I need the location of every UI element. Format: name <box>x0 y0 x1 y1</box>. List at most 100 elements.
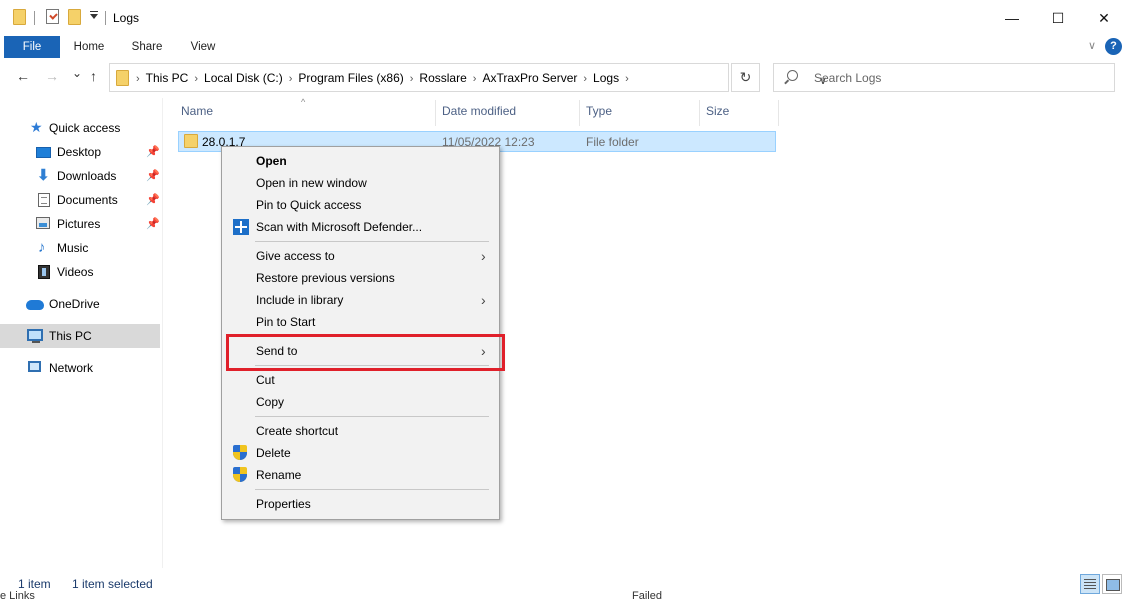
menu-separator <box>255 489 489 490</box>
menu-item-cut[interactable]: Cut <box>224 369 497 391</box>
column-separator[interactable] <box>435 100 436 126</box>
pin-icon[interactable]: 📌 <box>146 212 160 236</box>
column-separator[interactable] <box>778 100 779 126</box>
tab-home[interactable]: Home <box>66 36 112 58</box>
menu-item-label: Scan with Microsoft Defender... <box>256 220 423 234</box>
up-arrow-icon[interactable]: ↑ <box>90 68 97 84</box>
menu-item-pin-start[interactable]: Pin to Start <box>224 311 497 333</box>
expand-ribbon-icon[interactable]: ∨ <box>1088 39 1096 52</box>
menu-item-give-access[interactable]: Give access to › <box>224 245 497 267</box>
chevron-right-icon[interactable]: › <box>410 73 414 85</box>
folder-icon[interactable] <box>13 9 26 25</box>
chevron-right-icon: › <box>481 292 486 308</box>
menu-item-scan-defender[interactable]: Scan with Microsoft Defender... <box>224 216 497 238</box>
menu-item-copy[interactable]: Copy <box>224 391 497 413</box>
customize-qat-icon[interactable] <box>90 11 98 19</box>
video-film-icon <box>38 265 50 279</box>
breadcrumb-logs[interactable]: Logs <box>593 71 619 85</box>
sidebar-item-documents[interactable]: Documents 📌 <box>0 188 160 212</box>
tab-view[interactable]: View <box>180 36 226 58</box>
properties-icon[interactable] <box>46 9 59 24</box>
pane-divider[interactable] <box>162 98 163 568</box>
sidebar-item-label: Quick access <box>49 121 121 135</box>
menu-separator <box>255 416 489 417</box>
breadcrumb-axtraxpro-server[interactable]: AxTraxPro Server <box>482 71 577 85</box>
column-header-type[interactable]: Type <box>586 104 612 122</box>
breadcrumb-this-pc[interactable]: This PC <box>146 71 189 85</box>
chevron-right-icon[interactable]: › <box>289 73 293 85</box>
network-icon <box>28 361 41 372</box>
menu-item-label: Rename <box>256 468 302 482</box>
chevron-right-icon[interactable]: › <box>194 73 198 85</box>
chevron-right-icon[interactable]: › <box>136 73 140 85</box>
large-icons-view-icon[interactable] <box>1102 574 1122 594</box>
menu-item-rename[interactable]: Rename <box>224 464 497 486</box>
star-icon: ★ <box>30 119 43 135</box>
new-folder-icon[interactable] <box>68 9 81 25</box>
desktop-icon <box>36 147 51 158</box>
sidebar-item-quick-access[interactable]: ★ Quick access <box>0 116 160 140</box>
menu-item-pin-quick-access[interactable]: Pin to Quick access <box>224 194 497 216</box>
pictures-icon <box>36 217 50 229</box>
menu-item-restore-versions[interactable]: Restore previous versions <box>224 267 497 289</box>
chevron-right-icon[interactable]: › <box>473 73 477 85</box>
sidebar-item-label: Documents <box>57 193 118 207</box>
address-bar[interactable]: › This PC › Local Disk (C:) › Program Files (… <box>109 63 827 92</box>
document-icon <box>38 193 50 207</box>
menu-item-label: Properties <box>256 497 311 511</box>
maximize-button[interactable]: ☐ <box>1035 0 1081 36</box>
navigation-pane: ★ Quick access Desktop 📌 ⬇ Downloads 📌 D… <box>0 98 162 568</box>
tab-file[interactable]: File <box>4 36 60 58</box>
sidebar-item-label: Network <box>49 361 94 375</box>
sidebar-item-music[interactable]: ♪ Music <box>0 236 160 260</box>
forward-arrow-icon[interactable]: → <box>45 68 59 84</box>
breadcrumb-local-disk[interactable]: Local Disk (C:) <box>204 71 283 85</box>
sidebar-item-pictures[interactable]: Pictures 📌 <box>0 212 160 236</box>
defender-icon <box>233 219 249 235</box>
status-bar: 1 item 1 item selected <box>0 572 1131 596</box>
sidebar-item-this-pc[interactable]: This PC <box>0 324 160 348</box>
uac-shield-icon <box>233 445 247 460</box>
sidebar-item-desktop[interactable]: Desktop 📌 <box>0 140 160 164</box>
search-input[interactable]: Search Logs <box>814 71 881 85</box>
column-separator[interactable] <box>579 100 580 126</box>
menu-item-create-shortcut[interactable]: Create shortcut <box>224 420 497 442</box>
recent-locations-icon[interactable]: ⌄ <box>72 66 82 80</box>
menu-item-label: Delete <box>256 446 291 460</box>
breadcrumb-rosslare[interactable]: Rosslare <box>419 71 466 85</box>
menu-item-label: Open <box>256 154 287 168</box>
refresh-button[interactable]: ↻ <box>731 63 760 92</box>
column-header-name[interactable]: Name <box>181 104 213 122</box>
pin-icon[interactable]: 📌 <box>146 164 160 188</box>
breadcrumb-program-files[interactable]: Program Files (x86) <box>298 71 403 85</box>
chevron-right-icon: › <box>481 248 486 264</box>
sidebar-item-label: This PC <box>49 329 92 343</box>
sidebar-item-videos[interactable]: Videos <box>0 260 160 284</box>
menu-item-label: Pin to Start <box>256 315 316 329</box>
chevron-right-icon[interactable]: › <box>583 73 587 85</box>
sidebar-item-network[interactable]: Network <box>0 356 160 380</box>
sidebar-item-label: Videos <box>57 265 94 279</box>
pin-icon[interactable]: 📌 <box>146 188 160 212</box>
column-separator[interactable] <box>699 100 700 126</box>
menu-item-delete[interactable]: Delete <box>224 442 497 464</box>
menu-item-open[interactable]: Open <box>224 150 497 172</box>
minimize-button[interactable]: — <box>989 0 1035 36</box>
sidebar-item-downloads[interactable]: ⬇ Downloads 📌 <box>0 164 160 188</box>
help-icon[interactable]: ? <box>1105 38 1122 55</box>
sidebar-item-onedrive[interactable]: OneDrive <box>0 292 160 316</box>
menu-item-include-library[interactable]: Include in library › <box>224 289 497 311</box>
column-header-size[interactable]: Size <box>706 104 729 122</box>
back-arrow-icon[interactable]: ← <box>16 68 30 84</box>
search-box[interactable]: Search Logs <box>773 63 1115 92</box>
menu-separator <box>255 241 489 242</box>
details-view-icon[interactable] <box>1080 574 1100 594</box>
close-button[interactable]: ✕ <box>1081 0 1127 36</box>
tab-share[interactable]: Share <box>124 36 170 58</box>
sidebar-item-label: Music <box>57 241 89 255</box>
chevron-right-icon[interactable]: › <box>625 73 629 85</box>
menu-item-open-new-window[interactable]: Open in new window <box>224 172 497 194</box>
menu-item-properties[interactable]: Properties <box>224 493 497 515</box>
column-header-date-modified[interactable]: Date modified <box>442 104 516 122</box>
pin-icon[interactable]: 📌 <box>146 140 160 164</box>
